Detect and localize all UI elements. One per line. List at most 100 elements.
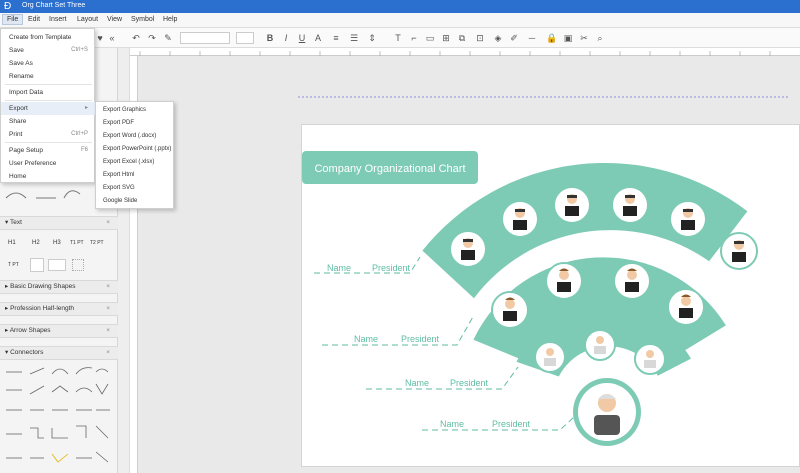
name-label[interactable]: Name: [327, 263, 351, 273]
diagram-page[interactable]: Company Organizational Chart Name Presid…: [301, 124, 800, 467]
panel-connectors[interactable]: ▾ Connectors ×: [0, 346, 118, 360]
role-label[interactable]: President: [372, 263, 411, 273]
menu-item-export-svg[interactable]: Export SVG: [96, 182, 175, 195]
menu-item-save[interactable]: Save Ctrl+S: [1, 44, 96, 57]
avatar[interactable]: [491, 291, 529, 329]
menu-separator: [5, 142, 92, 143]
avatar[interactable]: [634, 343, 666, 375]
avatar[interactable]: [720, 232, 758, 270]
font-color-icon[interactable]: A: [312, 32, 324, 44]
avatar[interactable]: [669, 200, 707, 238]
menu-item-user-preference[interactable]: User Preference: [1, 157, 96, 170]
name-label[interactable]: Name: [354, 334, 378, 344]
avatar[interactable]: [611, 186, 649, 224]
bold-icon[interactable]: B: [264, 32, 276, 44]
font-size-select[interactable]: [236, 32, 254, 44]
connector-shapes-grid[interactable]: [0, 362, 118, 472]
role-label[interactable]: President: [492, 419, 531, 429]
avatar[interactable]: [501, 200, 539, 238]
text-sample-t2[interactable]: T2 PT: [90, 240, 104, 246]
menu-insert[interactable]: Insert: [45, 15, 71, 24]
menu-layout[interactable]: Layout: [73, 15, 102, 24]
line-spacing-icon[interactable]: ☰: [348, 32, 360, 44]
text-sample-h3[interactable]: H3: [53, 240, 61, 246]
panel-basic-drawing-shapes[interactable]: ▸ Basic Drawing Shapes ×: [0, 280, 118, 294]
avatar[interactable]: [553, 186, 591, 224]
menu-item-home[interactable]: Home: [1, 170, 96, 183]
menu-item-page-setup[interactable]: Page Setup F6: [1, 144, 96, 157]
ceo-avatar[interactable]: [573, 378, 641, 446]
lock-icon[interactable]: 🔒: [546, 32, 558, 44]
text-box-icon[interactable]: T: [392, 32, 404, 44]
menu-item-export-powerpoint[interactable]: Export PowerPoint (.pptx): [96, 143, 175, 156]
menu-separator: [5, 84, 92, 85]
org-chart-diagram: Company Organizational Chart Name Presid…: [302, 151, 758, 446]
menu-item-print[interactable]: Print Ctrl+P: [1, 128, 96, 141]
avatar[interactable]: [449, 230, 487, 268]
align-icon[interactable]: ≡: [330, 32, 342, 44]
close-icon[interactable]: ×: [106, 325, 110, 337]
name-label[interactable]: Name: [405, 378, 429, 388]
undo-icon[interactable]: ↶: [130, 32, 142, 44]
menu-item-export-word[interactable]: Export Word (.docx): [96, 130, 175, 143]
avatar[interactable]: [534, 341, 566, 373]
menu-item-export-excel[interactable]: Export Excel (.xlsx): [96, 156, 175, 169]
menu-item-create-from-template[interactable]: Create from Template: [1, 31, 96, 44]
collapse-icon[interactable]: «: [106, 32, 118, 44]
menu-item-share[interactable]: Share: [1, 115, 96, 128]
menu-file[interactable]: File: [2, 14, 24, 25]
underline-icon[interactable]: U: [296, 32, 308, 44]
text-list-sample[interactable]: [72, 259, 84, 271]
panel-text[interactable]: ▾ Text ×: [0, 216, 118, 230]
panel-arrow-shapes[interactable]: ▸ Arrow Shapes ×: [0, 324, 118, 338]
menu-item-import-data[interactable]: Import Data: [1, 86, 96, 99]
shape-icon[interactable]: ▭: [424, 32, 436, 44]
tools-icon[interactable]: ✂: [578, 32, 590, 44]
avatar[interactable]: [613, 262, 651, 300]
text-sample-t3[interactable]: T PT: [8, 262, 19, 268]
format-painter-icon[interactable]: ✎: [162, 32, 174, 44]
menu-item-export-pdf[interactable]: Export PDF: [96, 117, 175, 130]
connector-icon[interactable]: ⌐: [408, 32, 420, 44]
close-icon[interactable]: ×: [106, 347, 110, 359]
role-label[interactable]: President: [401, 334, 440, 344]
text-box-sample[interactable]: [48, 259, 66, 271]
menu-item-save-as[interactable]: Save As: [1, 57, 96, 70]
font-family-select[interactable]: [180, 32, 230, 44]
size-icon[interactable]: ⊡: [474, 32, 486, 44]
menu-edit[interactable]: Edit: [24, 15, 44, 24]
menu-item-export-html[interactable]: Export Html: [96, 169, 175, 182]
close-icon[interactable]: ×: [106, 281, 110, 293]
close-icon[interactable]: ×: [106, 303, 110, 315]
menu-item-export-graphics[interactable]: Export Graphics: [96, 104, 175, 117]
text-sample-h1[interactable]: H1: [8, 240, 16, 246]
menu-help[interactable]: Help: [159, 15, 181, 24]
avatar[interactable]: [545, 262, 583, 300]
avatar[interactable]: [667, 288, 705, 326]
avatar[interactable]: [584, 329, 616, 361]
search-icon[interactable]: ⌕: [594, 32, 606, 44]
text-sample-t1[interactable]: T1 PT: [70, 240, 84, 246]
fill-icon[interactable]: ◈: [492, 32, 504, 44]
text-sample-h2[interactable]: H2: [32, 240, 40, 246]
redo-icon[interactable]: ↷: [146, 32, 158, 44]
panel-profession-half-length[interactable]: ▸ Profession Half-length ×: [0, 302, 118, 316]
horizontal-ruler: [130, 48, 800, 56]
line-style-icon[interactable]: ⇕: [366, 32, 378, 44]
menu-item-export[interactable]: Export ▸: [1, 102, 96, 115]
menu-item-rename[interactable]: Rename: [1, 70, 96, 83]
pen-icon[interactable]: ✐: [508, 32, 520, 44]
text-block-sample[interactable]: [30, 258, 44, 272]
role-label[interactable]: President: [450, 378, 489, 388]
image-icon[interactable]: ▣: [562, 32, 574, 44]
group-icon[interactable]: ⧉: [456, 32, 468, 44]
export-submenu: Export Graphics Export PDF Export Word (…: [95, 101, 174, 209]
italic-icon[interactable]: I: [280, 32, 292, 44]
menu-symbol[interactable]: Symbol: [127, 15, 158, 24]
arrange-icon[interactable]: ⊞: [440, 32, 452, 44]
line-icon[interactable]: ─: [526, 32, 538, 44]
menu-item-google-slide[interactable]: Google Slide: [96, 195, 175, 208]
name-label[interactable]: Name: [440, 419, 464, 429]
close-icon[interactable]: ×: [106, 217, 110, 229]
menu-view[interactable]: View: [103, 15, 126, 24]
